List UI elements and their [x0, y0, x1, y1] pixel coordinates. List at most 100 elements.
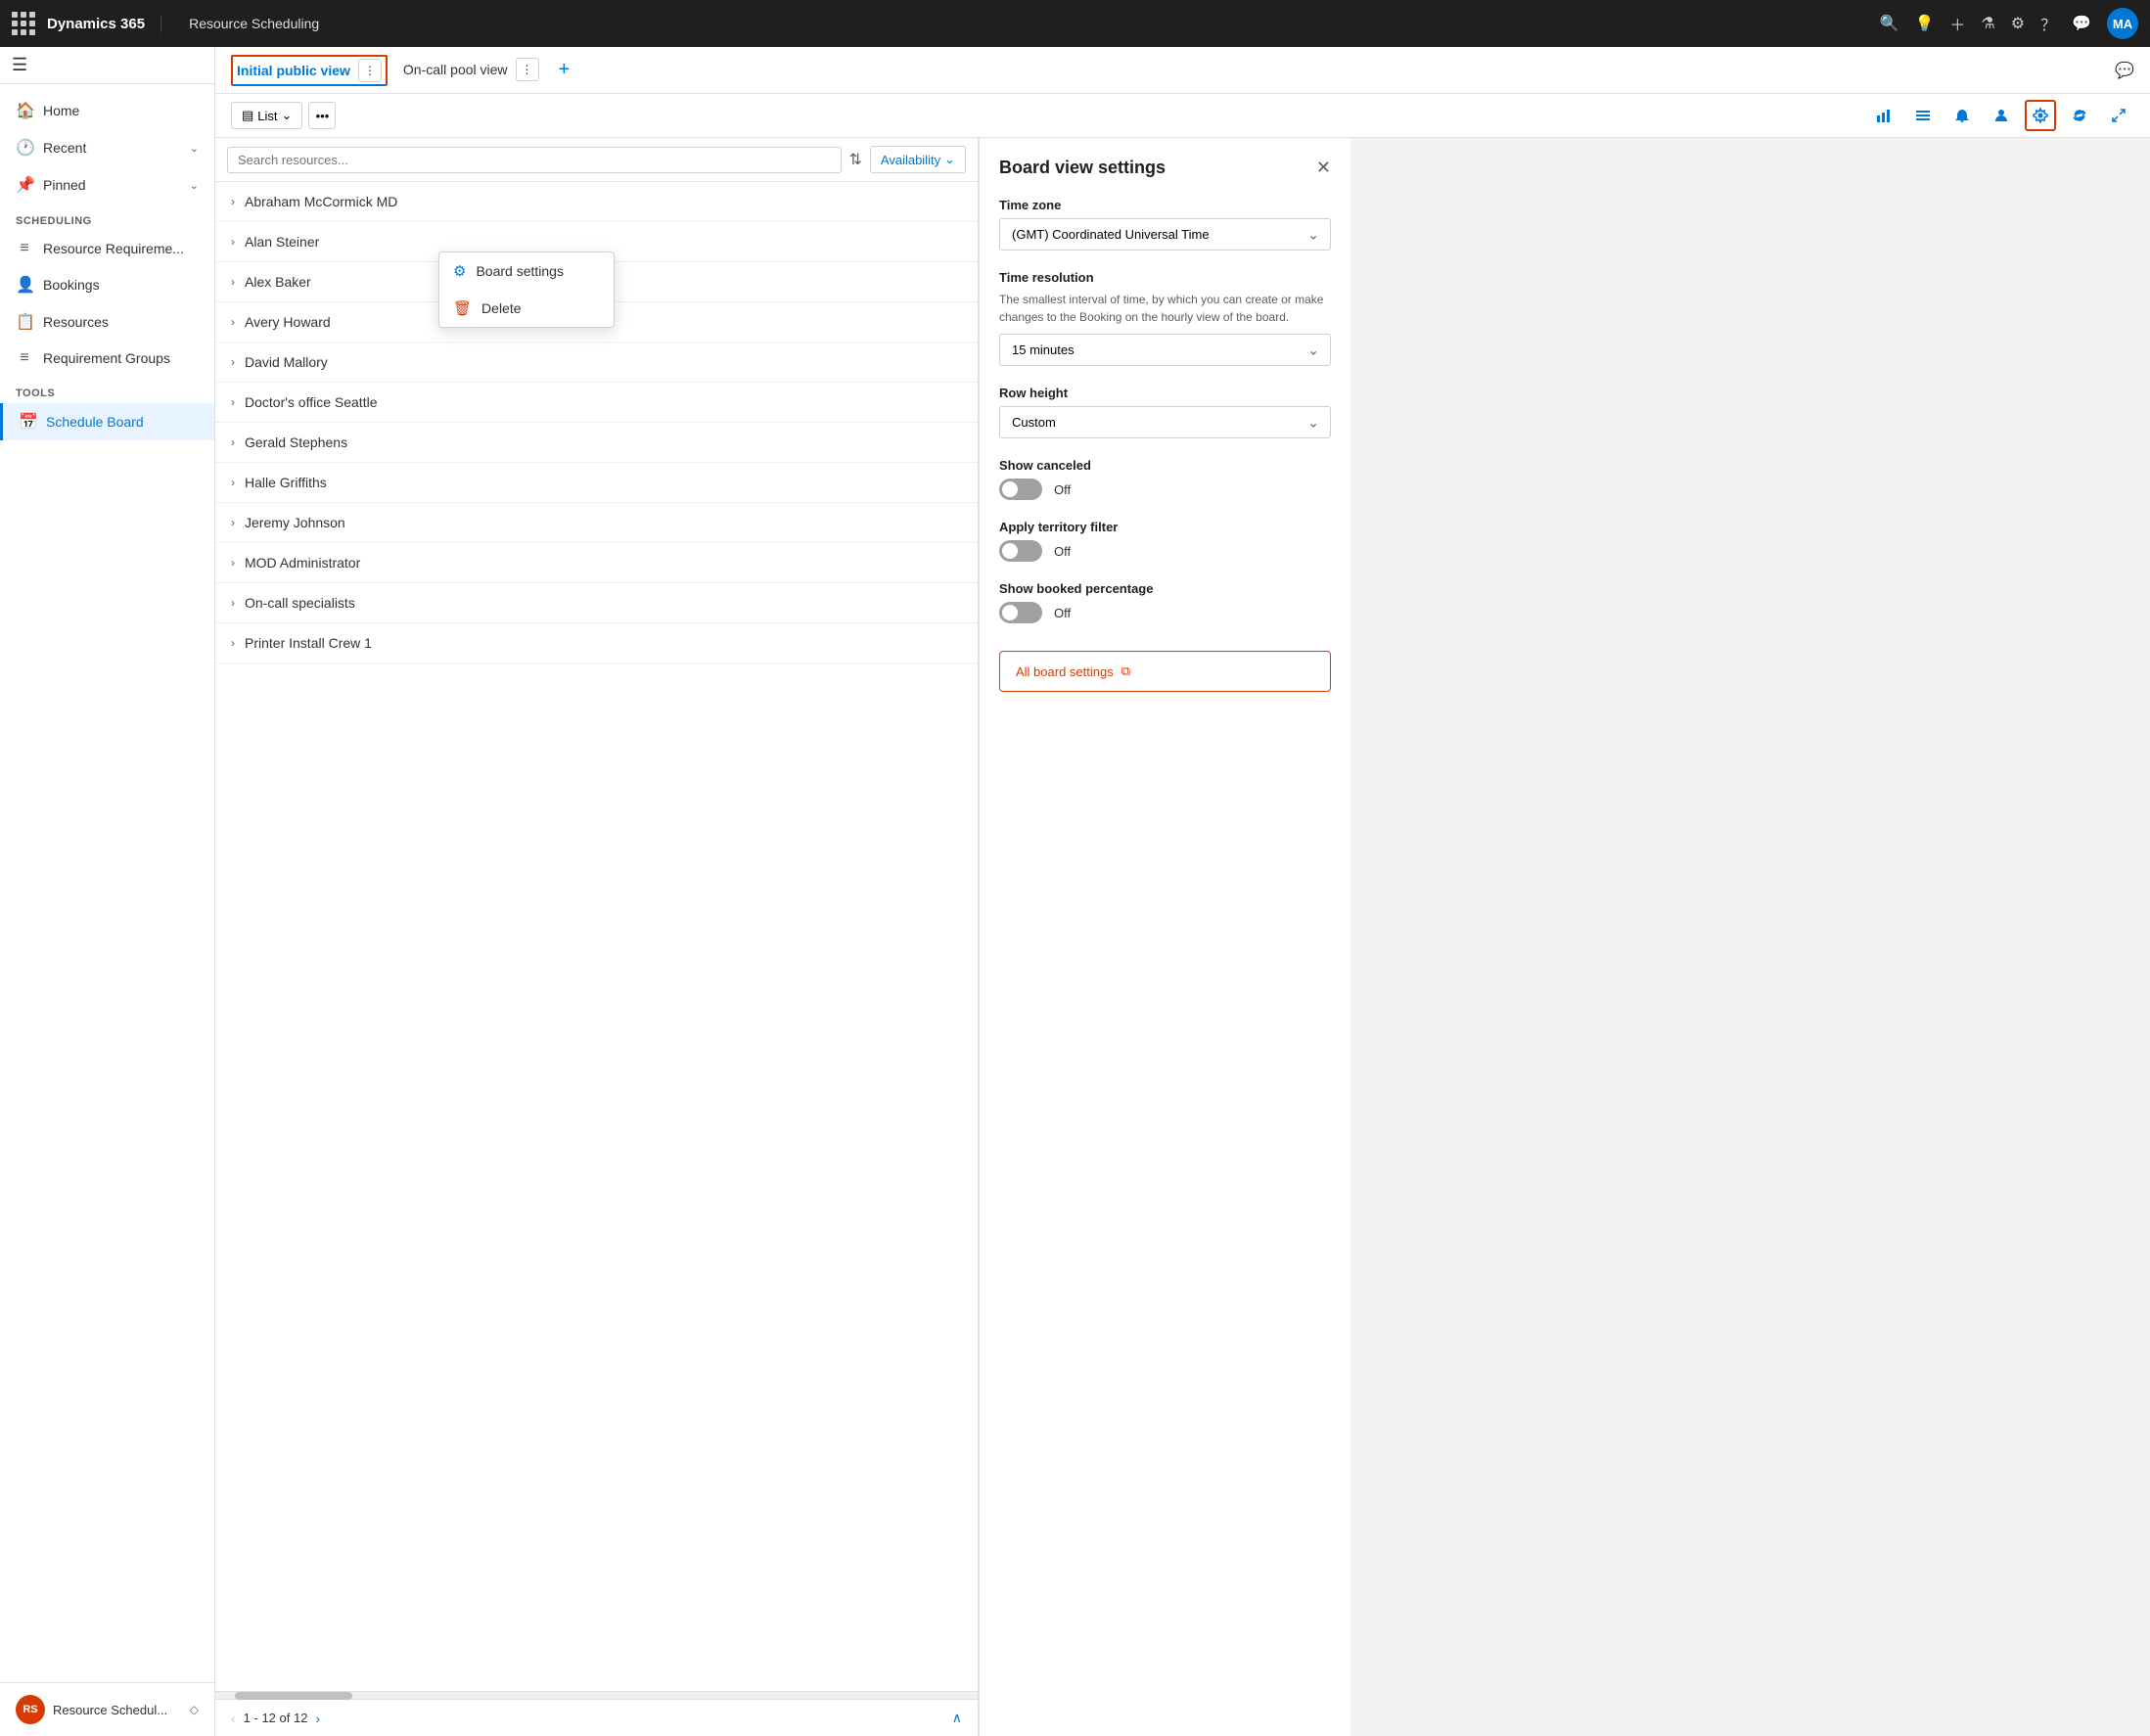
alerts-icon-button[interactable]: [1946, 100, 1978, 131]
table-row[interactable]: › MOD Administrator: [215, 543, 978, 583]
chevron-right-icon: ›: [231, 596, 235, 610]
settings-close-button[interactable]: ✕: [1316, 158, 1331, 178]
user-filter-icon-button[interactable]: [1986, 100, 2017, 131]
resource-name: MOD Administrator: [245, 555, 360, 571]
toolbar-more-button[interactable]: •••: [308, 102, 336, 129]
sidebar-item-requirement-groups[interactable]: ≡ Requirement Groups: [0, 341, 214, 376]
sidebar-item-resource-requirements[interactable]: ≡ Resource Requireme...: [0, 231, 214, 266]
sidebar-item-home[interactable]: 🏠 Home: [0, 92, 214, 129]
time-zone-select[interactable]: (GMT) Coordinated Universal Time: [999, 218, 1331, 251]
show-booked-percentage-label: Show booked percentage: [999, 581, 1331, 596]
content-area: Initial public view ⋮ On-call pool view …: [215, 47, 2150, 1736]
reports-icon-button[interactable]: [1868, 100, 1899, 131]
tab-initial-public-view[interactable]: Initial public view ⋮: [231, 55, 388, 86]
scroll-bar[interactable]: [215, 1691, 978, 1699]
apply-territory-filter-toggle-row: Off: [999, 540, 1331, 562]
board-settings-icon-button[interactable]: [2025, 100, 2056, 131]
delete-menu-item[interactable]: 🗑 Delete: [439, 290, 614, 327]
requirement-groups-icon: ≡: [16, 349, 33, 367]
list-icon: ▤: [242, 108, 253, 123]
resource-panel: ⇅ Availability ⌄ › Abraham McCormick MD …: [215, 138, 979, 1736]
row-height-select[interactable]: Custom: [999, 406, 1331, 438]
hamburger-icon[interactable]: ☰: [12, 55, 27, 74]
app-launcher-icon[interactable]: [12, 12, 35, 35]
bottom-label: Resource Schedul...: [53, 1703, 182, 1717]
time-resolution-section: Time resolution The smallest interval of…: [999, 270, 1331, 366]
resource-panel-header: ⇅ Availability ⌄: [215, 138, 978, 182]
table-row[interactable]: › David Mallory: [215, 343, 978, 383]
chevron-down-icon: ⌄: [282, 108, 293, 123]
next-page-button[interactable]: ›: [315, 1711, 320, 1726]
chevron-right-icon: ›: [231, 435, 235, 449]
sidebar-item-label: Bookings: [43, 277, 199, 293]
list-icon: ≡: [16, 240, 33, 257]
table-row[interactable]: › Doctor's office Seattle: [215, 383, 978, 423]
sidebar-item-pinned[interactable]: 📌 Pinned ⌄: [0, 166, 214, 204]
apply-territory-filter-toggle[interactable]: [999, 540, 1042, 562]
show-booked-percentage-toggle[interactable]: [999, 602, 1042, 623]
sidebar-item-resources[interactable]: 📋 Resources: [0, 303, 214, 341]
main-layout: ☰ 🏠 Home 🕐 Recent ⌄ 📌 Pinned ⌄ Schedulin…: [0, 47, 2150, 1736]
show-canceled-toggle[interactable]: [999, 479, 1042, 500]
toggle-thumb: [1002, 481, 1018, 497]
sidebar-bottom: RS Resource Schedul... ◇: [0, 1682, 214, 1736]
resource-name: Halle Griffiths: [245, 475, 327, 490]
table-row[interactable]: › Printer Install Crew 1: [215, 623, 978, 663]
chat-icon[interactable]: 💬: [2072, 14, 2091, 33]
sidebar-item-label: Pinned: [43, 177, 180, 193]
resource-list: › Abraham McCormick MD › Alan Steiner › …: [215, 182, 978, 1691]
sidebar: ☰ 🏠 Home 🕐 Recent ⌄ 📌 Pinned ⌄ Schedulin…: [0, 47, 215, 1736]
chat-panel-icon[interactable]: 💬: [2115, 61, 2134, 80]
search-input[interactable]: [227, 147, 842, 173]
sidebar-item-recent[interactable]: 🕐 Recent ⌄: [0, 129, 214, 166]
sidebar-item-label: Home: [43, 103, 199, 118]
chevron-right-icon: ›: [231, 636, 235, 650]
show-booked-percentage-section: Show booked percentage Off: [999, 581, 1331, 623]
add-icon[interactable]: ＋: [1949, 12, 1965, 35]
sort-icon-button[interactable]: ⇅: [849, 150, 862, 169]
all-board-settings-link[interactable]: All board settings ⧉: [999, 651, 1331, 692]
tab-label: On-call pool view: [403, 62, 508, 77]
time-resolution-select[interactable]: 15 minutes: [999, 334, 1331, 366]
sidebar-item-schedule-board[interactable]: 📅 Schedule Board: [0, 403, 214, 440]
table-row[interactable]: › Abraham McCormick MD: [215, 182, 978, 222]
scroll-thumb[interactable]: [235, 1692, 352, 1700]
availability-button[interactable]: Availability ⌄: [870, 146, 966, 173]
search-icon[interactable]: 🔍: [1880, 14, 1899, 33]
user-avatar[interactable]: MA: [2107, 8, 2138, 39]
board-settings-menu-item[interactable]: ⚙ Board settings: [439, 252, 614, 290]
table-row[interactable]: › Jeremy Johnson: [215, 503, 978, 543]
all-board-settings-label: All board settings: [1016, 664, 1114, 679]
row-height-select-wrapper: Custom: [999, 406, 1331, 438]
expand-icon-button[interactable]: [2103, 100, 2134, 131]
time-resolution-desc: The smallest interval of time, by which …: [999, 291, 1331, 326]
collapse-icon[interactable]: ∧: [952, 1710, 962, 1726]
table-row[interactable]: › Gerald Stephens: [215, 423, 978, 463]
tools-section-header: Tools: [0, 376, 214, 403]
gear-icon[interactable]: ⚙: [2011, 14, 2025, 33]
lightbulb-icon[interactable]: 💡: [1914, 14, 1934, 33]
refresh-icon-button[interactable]: [2064, 100, 2095, 131]
help-icon[interactable]: ？: [2040, 12, 2056, 35]
multiselect-icon-button[interactable]: [1907, 100, 1939, 131]
table-row[interactable]: › On-call specialists: [215, 583, 978, 623]
filter-icon[interactable]: ⚗: [1981, 14, 1994, 33]
tab-more-button[interactable]: ⋮: [516, 58, 539, 81]
resources-icon: 📋: [16, 312, 33, 332]
sidebar-item-bookings[interactable]: 👤 Bookings: [0, 266, 214, 303]
settings-header: Board view settings ✕: [999, 158, 1331, 178]
add-tab-button[interactable]: +: [559, 59, 571, 81]
resource-name: Alex Baker: [245, 274, 311, 290]
tab-bar: Initial public view ⋮ On-call pool view …: [215, 47, 2150, 94]
table-row[interactable]: › Halle Griffiths: [215, 463, 978, 503]
tab-more-button[interactable]: ⋮: [358, 59, 382, 82]
view-list-button[interactable]: ▤ List ⌄: [231, 102, 302, 129]
resource-name: Doctor's office Seattle: [245, 394, 377, 410]
prev-page-button[interactable]: ‹: [231, 1711, 236, 1726]
show-canceled-toggle-label: Off: [1054, 482, 1071, 497]
sidebar-toggle[interactable]: ☰: [0, 47, 214, 84]
page-text: 1 - 12 of 12: [244, 1711, 308, 1725]
tab-on-call-pool-view[interactable]: On-call pool view ⋮: [391, 50, 551, 91]
sidebar-item-label: Resource Requireme...: [43, 241, 199, 256]
bottom-avatar: RS: [16, 1695, 45, 1724]
